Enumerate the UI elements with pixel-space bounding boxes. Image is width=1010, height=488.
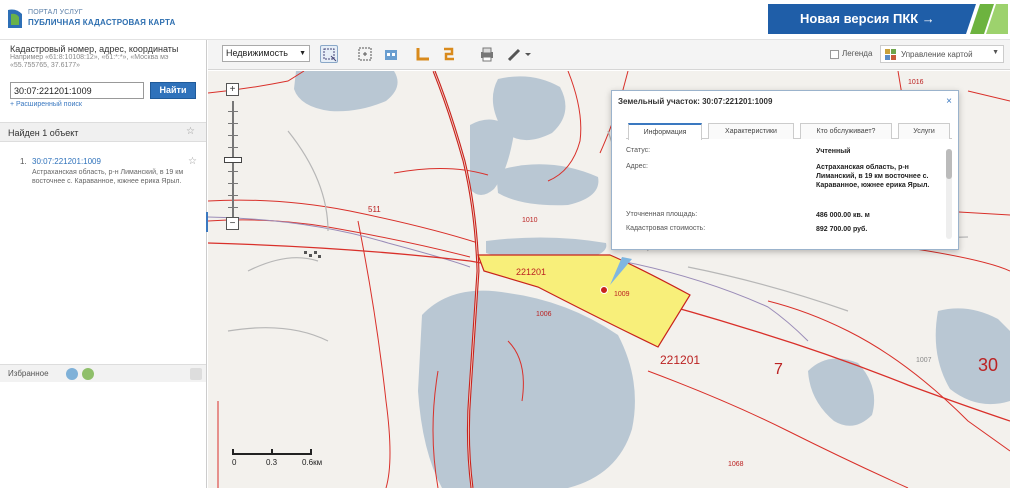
portal-logo-icon[interactable] xyxy=(6,6,24,30)
result-star-icon[interactable]: ☆ xyxy=(188,156,197,167)
result-number: 1. xyxy=(20,157,27,166)
map-label: 1010 xyxy=(522,217,538,224)
map-label: 1007 xyxy=(916,357,932,364)
scale-label: 0.3 xyxy=(266,458,278,467)
parcel-info-popup: Земельный участок: 30:07:221201:1009 × И… xyxy=(611,90,959,250)
scale-label: 0.6км xyxy=(302,458,323,467)
draw-tools-icon[interactable] xyxy=(506,45,532,63)
map-label: 221201 xyxy=(516,267,547,277)
area-select-icon[interactable] xyxy=(356,45,374,63)
find-button[interactable]: Найти xyxy=(150,82,196,99)
row-key-area: Уточненная площадь: xyxy=(626,211,698,218)
zoom-tick xyxy=(228,135,238,136)
search-hint: Например «61:8:10108:12», «61:*:*», «Мос… xyxy=(10,54,169,69)
parcel-marker xyxy=(600,286,608,294)
favorites-collapse-icon[interactable] xyxy=(190,368,202,380)
advanced-search-link[interactable]: + Расширенный поиск xyxy=(10,101,82,108)
zoom-tick xyxy=(228,207,238,208)
search-label: Кадастровый номер, адрес, координаты xyxy=(10,44,179,54)
map-label: 1009 xyxy=(614,291,630,298)
zoom-tick xyxy=(228,111,238,112)
legend-label[interactable]: Легенда xyxy=(842,49,872,58)
legend-checkbox[interactable] xyxy=(830,50,839,59)
results-count: Найден 1 объект xyxy=(8,128,79,138)
favorites-manage-icon[interactable] xyxy=(82,368,94,380)
tab-characteristics[interactable]: Характеристики xyxy=(708,123,794,139)
star-icon[interactable]: ☆ xyxy=(186,126,195,137)
chevron-down-icon: ▼ xyxy=(992,49,999,56)
scale-label: 0 xyxy=(232,458,237,467)
zoom-slider-handle[interactable] xyxy=(224,157,242,163)
map-label: 221201 xyxy=(660,353,701,367)
row-value-status: Учтенный xyxy=(816,148,851,155)
row-key-address: Адрес: xyxy=(626,163,648,170)
tab-information[interactable]: Информация xyxy=(628,123,702,140)
zoom-in-button[interactable]: + xyxy=(226,83,239,96)
row-value-address: Астраханская область, р-н Лиманский, в 1… xyxy=(816,164,930,189)
identify-building-icon[interactable] xyxy=(382,45,400,63)
row-key-cost: Кадастровая стоимость: xyxy=(626,225,706,232)
results-header: Найден 1 объект ☆ xyxy=(0,122,206,142)
map-label: 30 xyxy=(978,355,999,375)
route-icon[interactable] xyxy=(440,45,458,63)
favorites-label: Избранное xyxy=(8,369,49,378)
row-value-area: 486 000.00 кв. м xyxy=(816,212,870,219)
tab-who-serves[interactable]: Кто обслуживает? xyxy=(800,123,892,139)
select-tool-icon[interactable] xyxy=(320,45,338,63)
popup-scrollbar-thumb[interactable] xyxy=(946,149,952,179)
map-label: 1006 xyxy=(536,311,552,318)
layer-select[interactable]: Недвижимость ▼ xyxy=(222,45,310,62)
close-icon[interactable]: × xyxy=(946,96,952,107)
layer-select-value: Недвижимость xyxy=(226,48,288,58)
map-label: 1068 xyxy=(728,461,744,468)
app-header: ПОРТАЛ УСЛУГ ПУБЛИЧНАЯ КАДАСТРОВАЯ КАРТА… xyxy=(0,0,1010,40)
print-icon[interactable] xyxy=(478,45,496,63)
logo-title-line1: ПОРТАЛ УСЛУГ xyxy=(28,9,83,16)
row-key-status: Статус: xyxy=(626,147,651,154)
popup-title: Земельный участок: 30:07:221201:1009 xyxy=(618,97,773,106)
map-management-label: Управление картой xyxy=(901,50,973,59)
map-label: 511 xyxy=(368,205,381,214)
measure-icon[interactable] xyxy=(414,45,432,63)
popup-tabs: Информация Характеристики Кто обслуживае… xyxy=(626,123,952,140)
map-label: 7 xyxy=(774,361,783,378)
zoom-tick xyxy=(228,183,238,184)
result-description: Астраханская область, р-н Лиманский, в 1… xyxy=(32,169,184,185)
favorites-add-icon[interactable] xyxy=(66,368,78,380)
logo-title-line2[interactable]: ПУБЛИЧНАЯ КАДАСТРОВАЯ КАРТА xyxy=(28,18,176,27)
favorites-bar: Избранное xyxy=(0,364,206,382)
zoom-tick xyxy=(228,147,238,148)
zoom-tick xyxy=(228,195,238,196)
scale-bar-mid xyxy=(271,449,273,455)
chevron-down-icon: ▼ xyxy=(299,50,306,57)
map-management-button[interactable]: Управление картой ▼ xyxy=(880,45,1004,63)
grid-icon xyxy=(885,49,896,60)
result-cad-number-link[interactable]: 30:07:221201:1009 xyxy=(32,157,101,166)
new-version-label[interactable]: Новая версия ПКК → xyxy=(800,11,935,26)
zoom-out-button[interactable]: − xyxy=(226,217,239,230)
search-input[interactable] xyxy=(10,82,144,99)
row-value-cost: 892 700.00 руб. xyxy=(816,226,868,233)
zoom-tick xyxy=(228,171,238,172)
left-panel: Кадастровый номер, адрес, координаты Нап… xyxy=(0,40,207,488)
zoom-tick xyxy=(228,123,238,124)
map-label: 1016 xyxy=(908,79,924,86)
map-toolbar: Недвижимость ▼ Легенда Управление картой… xyxy=(208,40,1010,70)
tab-services[interactable]: Услуги xyxy=(898,123,950,139)
